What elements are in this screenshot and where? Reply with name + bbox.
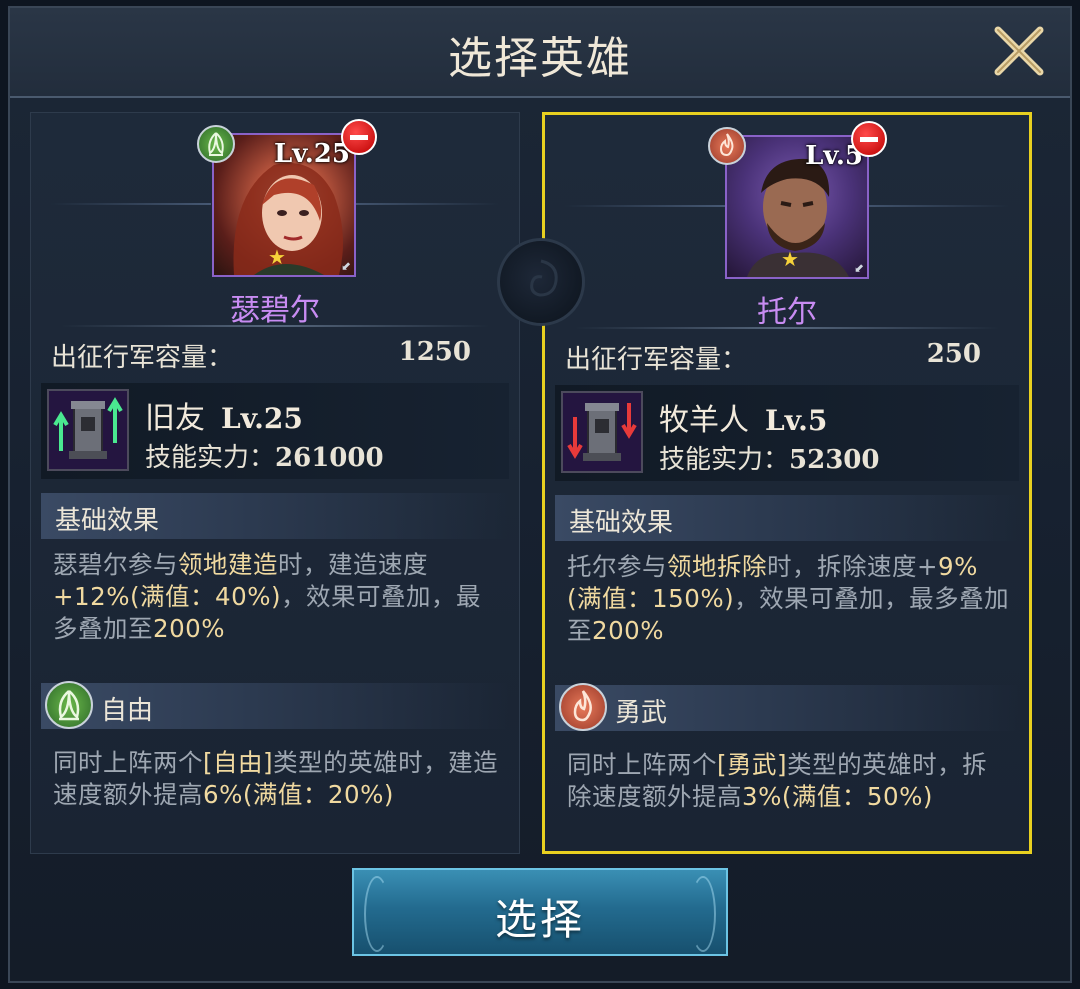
star-icon: ★ [268,245,286,269]
decor-line [51,203,211,205]
type-effect-text: 同时上阵两个[勇武]类型的英雄时，拆除速度额外提高3%(满值：50%) [567,749,1011,813]
base-effect-label: 基础效果 [569,508,674,538]
highlight-text: [勇武] [717,750,788,779]
type-label: 自由 [101,696,154,726]
march-capacity: 出征行军容量： 1250 [43,335,507,377]
skill-level: Lv.25 [221,402,303,435]
select-button-label: 选择 [494,895,585,944]
star-icon: ★ [781,247,799,271]
highlight-text: 3%(满值：50%) [742,782,933,811]
type-effect-text: 同时上阵两个[自由]类型的英雄时，建造速度额外提高6%(满值：20%) [53,747,501,811]
flame-icon [559,683,607,731]
base-effect-header: 基础效果 [555,495,1019,541]
capacity-value: 1250 [398,337,471,367]
link-emblem [497,238,585,326]
skill-name: 牧羊人 [659,403,749,438]
hero-header: Lv.5 ★ ⬋ 托尔 [545,115,1029,330]
effect-text: 瑟碧尔参与 [53,550,178,579]
decor-line [565,205,725,207]
swirl-icon [530,259,558,297]
hero-name: 托尔 [757,295,817,330]
base-effect-text: 瑟碧尔参与领地建造时，建造速度+12%(满值：40%)，效果可叠加，最多叠加至2… [53,549,501,645]
march-capacity: 出征行军容量： 250 [557,337,1017,379]
skill-icon[interactable] [47,389,129,471]
type-label: 勇武 [615,698,668,728]
skill-title: 旧友 Lv.25 [145,393,303,437]
remove-hero-button[interactable] [341,119,377,155]
type-effect-header: 勇武 [555,683,1019,731]
skill-power-value: 52300 [789,445,880,475]
capacity-label: 出征行军容量： [565,345,748,375]
hero-portrait[interactable]: Lv.5 ★ ⬋ [725,135,869,279]
highlight-text: 6%(满值：20%) [203,780,394,809]
flame-icon [708,127,746,165]
capacity-label: 出征行军容量： [51,343,234,373]
title-bar: 选择英雄 [10,8,1070,98]
highlight-text: 200% [592,616,665,645]
skill-level: Lv.5 [765,404,828,437]
highlight-text: 领地建造 [178,550,278,579]
expand-icon: ⬋ [340,259,351,273]
tower-icon [563,393,641,471]
skill-power: 技能实力：52300 [659,439,879,476]
effect-text: 同时上阵两个 [53,748,203,777]
divider [61,325,489,327]
tower-icon [49,391,127,469]
base-effect-label: 基础效果 [55,506,160,536]
decor-line [849,205,1009,207]
effect-text: 同时上阵两个 [567,750,717,779]
capacity-value: 250 [926,339,981,369]
skill-icon[interactable] [561,391,643,473]
select-button[interactable]: 选择 [352,868,728,956]
effect-text: 时，建造速度 [278,550,428,579]
hero-level: Lv.25 [273,139,350,169]
type-effect-header: 自由 [41,681,509,729]
skill-power-label: 技能实力： [145,443,276,473]
skill-name: 旧友 [145,401,205,436]
highlight-text: 领地拆除 [667,552,767,581]
skill-power-value: 261000 [275,443,384,473]
effect-text: 托尔参与 [567,552,667,581]
expand-icon: ⬋ [853,261,864,275]
effect-text: 时，拆除速度+ [767,552,939,581]
leaf-icon [197,125,235,163]
base-effect-header: 基础效果 [41,493,509,539]
skill-row: 旧友 Lv.25 技能实力：261000 [41,383,509,479]
leaf-icon [45,681,93,729]
close-button[interactable] [990,22,1048,80]
skill-power-label: 技能实力： [659,445,790,475]
highlight-text: 200% [153,614,226,643]
hero-name: 瑟碧尔 [230,293,320,328]
highlight-text: +12%(满值：40%) [53,582,282,611]
decor-line [339,203,499,205]
skill-title: 牧羊人 Lv.5 [659,395,827,439]
dialog-title: 选择英雄 [448,33,632,84]
hero-card-1[interactable]: Lv.5 ★ ⬋ 托尔 出征行军容量： 250 牧羊人 Lv.5 技能实力：52… [542,112,1032,854]
close-icon [994,26,1044,76]
highlight-text: [自由] [203,748,274,777]
divider [575,327,999,329]
skill-power: 技能实力：261000 [145,437,384,474]
hero-header: Lv.25 ★ ⬋ 瑟碧尔 [31,113,519,328]
hero-card-0[interactable]: Lv.25 ★ ⬋ 瑟碧尔 出征行军容量： 1250 旧友 Lv.25 技能实力… [30,112,520,854]
base-effect-text: 托尔参与领地拆除时，拆除速度+9%(满值：150%)，效果可叠加，最多叠加至20… [567,551,1011,647]
remove-hero-button[interactable] [851,121,887,157]
skill-row: 牧羊人 Lv.5 技能实力：52300 [555,385,1019,481]
hero-portrait[interactable]: Lv.25 ★ ⬋ [212,133,356,277]
